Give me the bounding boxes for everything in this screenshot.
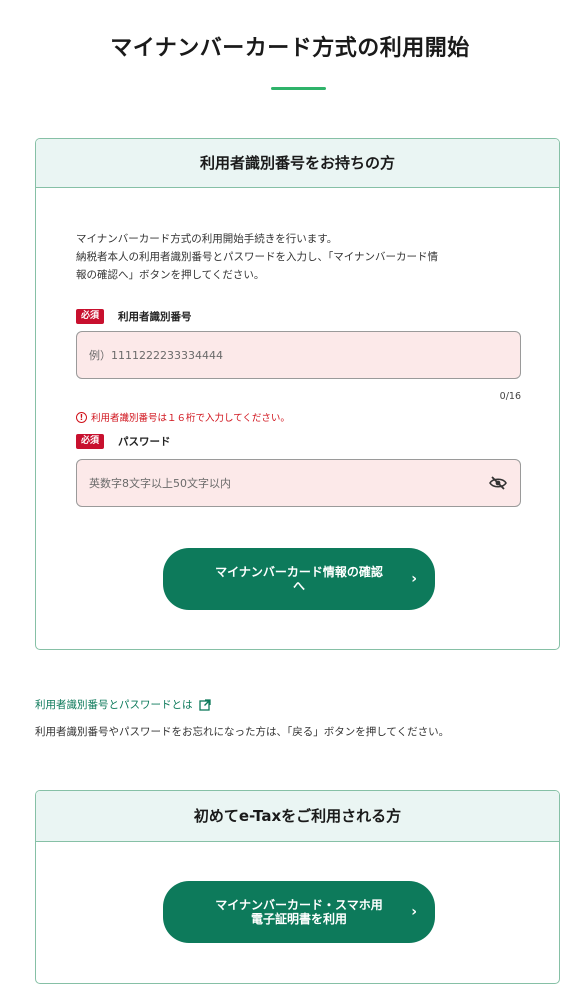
confirm-button-line1: マイナンバーカード情報の確認 [215,565,383,579]
intro-line: マイナンバーカード方式の利用開始手続きを行います。 [76,233,338,245]
id-error-text: 利用者識別番号は１６桁で入力してください。 [91,413,290,424]
char-counter: 0/16 [499,391,521,402]
chevron-right-icon: › [411,571,417,587]
external-link-icon [198,698,211,711]
existing-user-card: 利用者識別番号をお持ちの方 マイナンバーカード方式の利用開始手続きを行います。 … [35,138,560,650]
first-time-card: 初めてe-Taxをご利用される方 マイナンバーカード・スマホ用 電子証明書を利用… [35,790,560,984]
required-badge: 必須 [76,309,105,324]
error-icon: ! [76,411,87,423]
password-placeholder: 英数字8文字以上50文字以内 [89,477,231,490]
user-id-placeholder: 例）1111222233334444 [89,349,223,362]
help-link[interactable]: 利用者識別番号とパスワードとは [35,697,211,712]
id-field-label: 利用者識別番号 [118,311,192,323]
intro-line: 納税者本人の利用者識別番号とパスワードを入力し、「マイナンバーカード情 [76,251,439,263]
ecert-button-label: マイナンバーカード・スマホ用 電子証明書を利用 [194,898,404,926]
required-badge: 必須 [76,434,105,449]
title-underline [271,87,326,90]
chevron-right-icon: › [411,904,417,920]
eye-slash-icon[interactable] [488,473,508,493]
intro-line: 報の確認へ」ボタンを押してください。 [76,269,265,281]
ecert-button-line1: マイナンバーカード・スマホ用 [215,898,383,912]
password-input[interactable]: 英数字8文字以上50文字以内 [76,459,521,507]
ecert-button-line2: 電子証明書を利用 [250,912,347,926]
page-title: マイナンバーカード方式の利用開始 [110,36,470,61]
confirm-button-label: マイナンバーカード情報の確認 へ [194,565,404,593]
user-id-input[interactable]: 例）1111222233334444 [76,331,521,379]
confirm-mynumber-button[interactable]: マイナンバーカード情報の確認 へ › [163,548,435,610]
confirm-button-line2: へ [292,579,305,593]
id-error-message: ! 利用者識別番号は１６桁で入力してください。 [76,410,290,424]
password-field-label-row: 必須 パスワード [76,434,171,449]
password-field-label: パスワード [118,436,171,448]
intro-text: マイナンバーカード方式の利用開始手続きを行います。 納税者本人の利用者識別番号と… [76,230,526,284]
first-time-card-header: 初めてe-Taxをご利用される方 [36,791,559,842]
help-link-text: 利用者識別番号とパスワードとは [35,699,193,711]
use-e-certificate-button[interactable]: マイナンバーカード・スマホ用 電子証明書を利用 › [163,881,435,943]
help-note: 利用者識別番号やパスワードをお忘れになった方は、「戻る」ボタンを押してください。 [35,726,450,738]
id-field-label-row: 必須 利用者識別番号 [76,309,192,324]
existing-user-card-header: 利用者識別番号をお持ちの方 [36,139,559,188]
